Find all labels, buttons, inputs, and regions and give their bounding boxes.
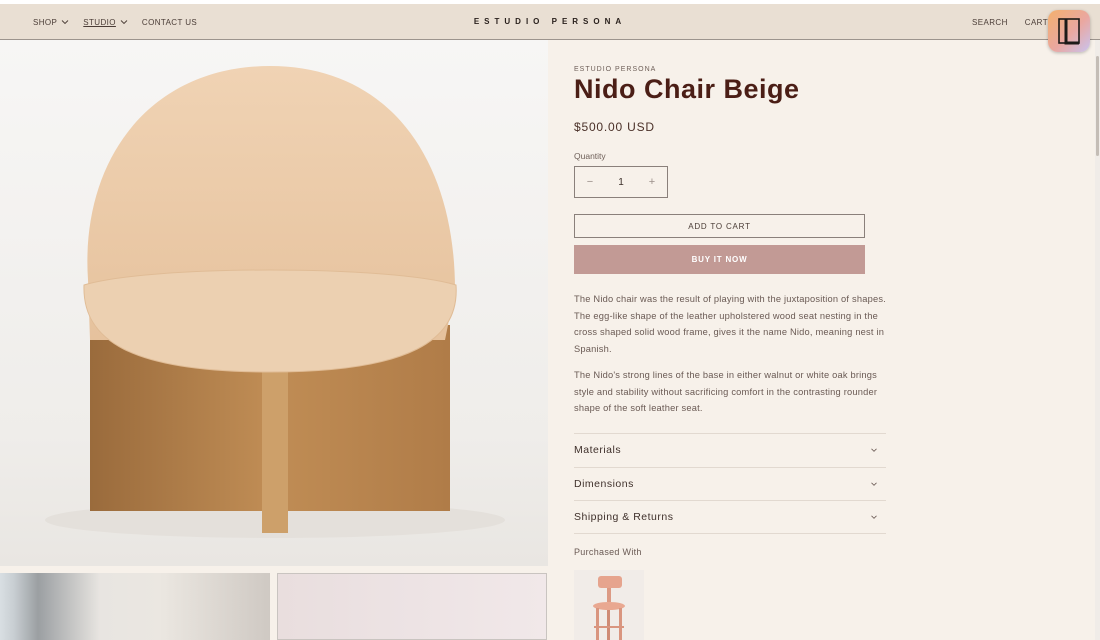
description-paragraph: The Nido's strong lines of the base in e… <box>574 369 878 414</box>
nav-item-contact-us[interactable]: CONTACT US <box>142 18 197 27</box>
add-to-cart-button[interactable]: ADD TO CART <box>574 214 865 238</box>
product-main-image[interactable] <box>0 40 548 566</box>
quantity-decrement-button[interactable]: − <box>575 176 605 188</box>
chevron-down-icon <box>61 20 69 25</box>
accordion-label: Dimensions <box>574 477 634 490</box>
product-title: Nido Chair Beige <box>574 74 800 104</box>
site-logo[interactable]: ESTUDIO PERSONA <box>474 17 626 26</box>
accordion-dimensions[interactable]: Dimensions <box>574 466 886 501</box>
product-price: $500.00 USD <box>574 120 655 134</box>
accordion-materials[interactable]: Materials <box>574 433 886 467</box>
scrollbar-thumb[interactable] <box>1096 56 1099 156</box>
product-description: The Nido chair was the result of playing… <box>574 291 892 426</box>
chevron-down-icon <box>120 20 128 25</box>
site-header: SHOP STUDIO CONTACT US ESTUDIO PERSONA S… <box>0 4 1100 40</box>
nav-contact-label: CONTACT US <box>141 17 198 27</box>
accordion-label: Shipping & Returns <box>574 510 674 523</box>
product-accordion: Materials Dimensions Shipping & Returns <box>574 433 886 534</box>
accordion-label: Materials <box>574 444 622 457</box>
page-scrollbar[interactable] <box>1095 40 1100 640</box>
purchased-with-product-image[interactable] <box>574 570 644 640</box>
cart-link[interactable]: CART <box>1025 18 1048 27</box>
nav-item-studio[interactable]: STUDIO <box>83 18 128 27</box>
nav-item-shop[interactable]: SHOP <box>33 18 69 27</box>
chevron-down-icon <box>871 515 877 519</box>
chevron-down-icon <box>871 482 877 486</box>
product-thumbnail-2[interactable] <box>277 573 547 640</box>
quantity-increment-button[interactable]: + <box>637 176 667 188</box>
app-badge-icon[interactable] <box>1048 10 1090 52</box>
quantity-input[interactable]: 1 <box>606 177 636 188</box>
quantity-label: Quantity <box>574 151 606 161</box>
accordion-shipping-returns[interactable]: Shipping & Returns <box>574 500 886 534</box>
quantity-stepper: − 1 + <box>574 166 668 198</box>
purchased-with-label: Purchased With <box>574 547 642 557</box>
main-nav: SHOP STUDIO CONTACT US <box>33 4 197 40</box>
nav-shop-label: SHOP <box>33 17 58 27</box>
product-thumbnail-1[interactable] <box>0 573 270 640</box>
header-actions: SEARCH CART <box>972 4 1048 40</box>
nav-studio-label: STUDIO <box>83 17 116 27</box>
chevron-down-icon <box>871 448 877 453</box>
buy-it-now-button[interactable]: BUY IT NOW <box>574 245 865 274</box>
product-vendor: ESTUDIO PERSONA <box>574 66 657 73</box>
search-link[interactable]: SEARCH <box>972 18 1008 27</box>
description-paragraph: The Nido chair was the result of playing… <box>574 294 886 355</box>
